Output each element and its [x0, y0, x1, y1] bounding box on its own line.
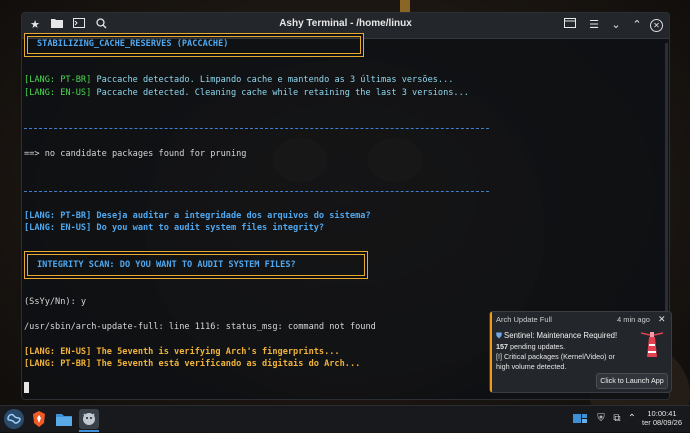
audit-en-line: [LANG: EN-US] Do you want to audit syste… — [24, 223, 325, 233]
brave-browser-icon[interactable] — [29, 409, 49, 429]
taskbar: ⛨ ⧉ ⌃ 10:00:41 ter 08/09/26 — [0, 405, 690, 432]
integrity-banner-box: INTEGRITY SCAN: DO YOU WANT TO AUDIT SYS… — [24, 251, 368, 279]
update-notification[interactable]: Arch Update Full 4 min ago ✕ ⛊ Sentinel:… — [489, 311, 672, 393]
shield-icon: ⛊ — [496, 331, 502, 340]
clock-date: ter 08/09/26 — [641, 418, 683, 427]
notification-app-name: Arch Update Full — [496, 315, 552, 324]
file-manager-icon[interactable] — [54, 409, 74, 429]
cache-banner-box: STABILIZING_CACHE_RESERVES (PACCACHE) — [24, 33, 364, 57]
close-icon[interactable]: ✕ — [650, 19, 663, 32]
pending-count: 157 — [496, 342, 508, 351]
cache-banner-text: STABILIZING_CACHE_RESERVES (PACCACHE) — [37, 39, 229, 49]
minimize-icon[interactable]: ⌄ — [609, 18, 623, 32]
network-icon[interactable]: ⧉ — [611, 413, 623, 425]
clock[interactable]: 10:00:41 ter 08/09/26 — [640, 409, 684, 427]
line-text: Paccache detectado. Limpando cache e man… — [91, 75, 454, 85]
notification-title-text: Sentinel: Maintenance Required! — [504, 331, 618, 340]
text-cursor — [24, 382, 29, 393]
pruning-line: ==> no candidate packages found for prun… — [24, 149, 247, 159]
paccache-en-line: [LANG: EN-US] Paccache detected. Cleanin… — [24, 88, 469, 98]
maximize-icon[interactable]: ⌃ — [630, 18, 644, 32]
system-menu-icon[interactable] — [4, 409, 24, 429]
active-indicator — [79, 430, 99, 432]
clock-time: 10:00:41 — [647, 409, 677, 418]
fingerprint-pt-line: [LANG: PT-BR] The 5eventh está verifican… — [24, 359, 361, 369]
notification-accent — [490, 312, 492, 392]
separator — [24, 128, 489, 129]
tray-expand-icon[interactable]: ⌃ — [626, 413, 638, 425]
error-line: /usr/sbin/arch-update-full: line 1116: s… — [24, 322, 376, 332]
hamburger-menu-icon[interactable]: ☰ — [587, 18, 601, 32]
fingerprint-en-line: [LANG: EN-US] The 5eventh is verifying A… — [24, 347, 340, 357]
audit-pt-line: [LANG: PT-BR] Deseja auditar a integrida… — [24, 211, 371, 221]
terminal-app-icon[interactable] — [79, 409, 99, 429]
security-shield-icon[interactable]: ⛨ — [595, 413, 607, 425]
paccache-pt-line: [LANG: PT-BR] Paccache detectado. Limpan… — [24, 75, 453, 85]
launch-app-button[interactable]: Click to Launch App — [596, 373, 668, 389]
notification-body-line: [!] Critical packages (Kernel/Video) or — [496, 352, 615, 361]
lighthouse-icon — [641, 332, 663, 357]
notification-title: ⛊ Sentinel: Maintenance Required! — [496, 331, 617, 341]
workspace-switcher-icon[interactable] — [573, 412, 587, 426]
notification-body-line: high volume detected. — [496, 362, 567, 371]
pending-text: pending updates. — [508, 342, 566, 351]
notification-count-line: 157 pending updates. — [496, 342, 565, 351]
close-icon[interactable]: ✕ — [658, 314, 666, 325]
notification-age: 4 min ago — [617, 315, 650, 324]
split-view-icon[interactable] — [563, 18, 577, 32]
separator — [24, 191, 489, 192]
line-text: Paccache detected. Cleaning cache while … — [91, 88, 469, 98]
lang-tag: [LANG: EN-US] — [24, 88, 92, 98]
prompt-line: (SsYy/Nn): y — [24, 297, 87, 307]
integrity-banner-text: INTEGRITY SCAN: DO YOU WANT TO AUDIT SYS… — [37, 260, 296, 270]
lang-tag: [LANG: PT-BR] — [24, 75, 92, 85]
